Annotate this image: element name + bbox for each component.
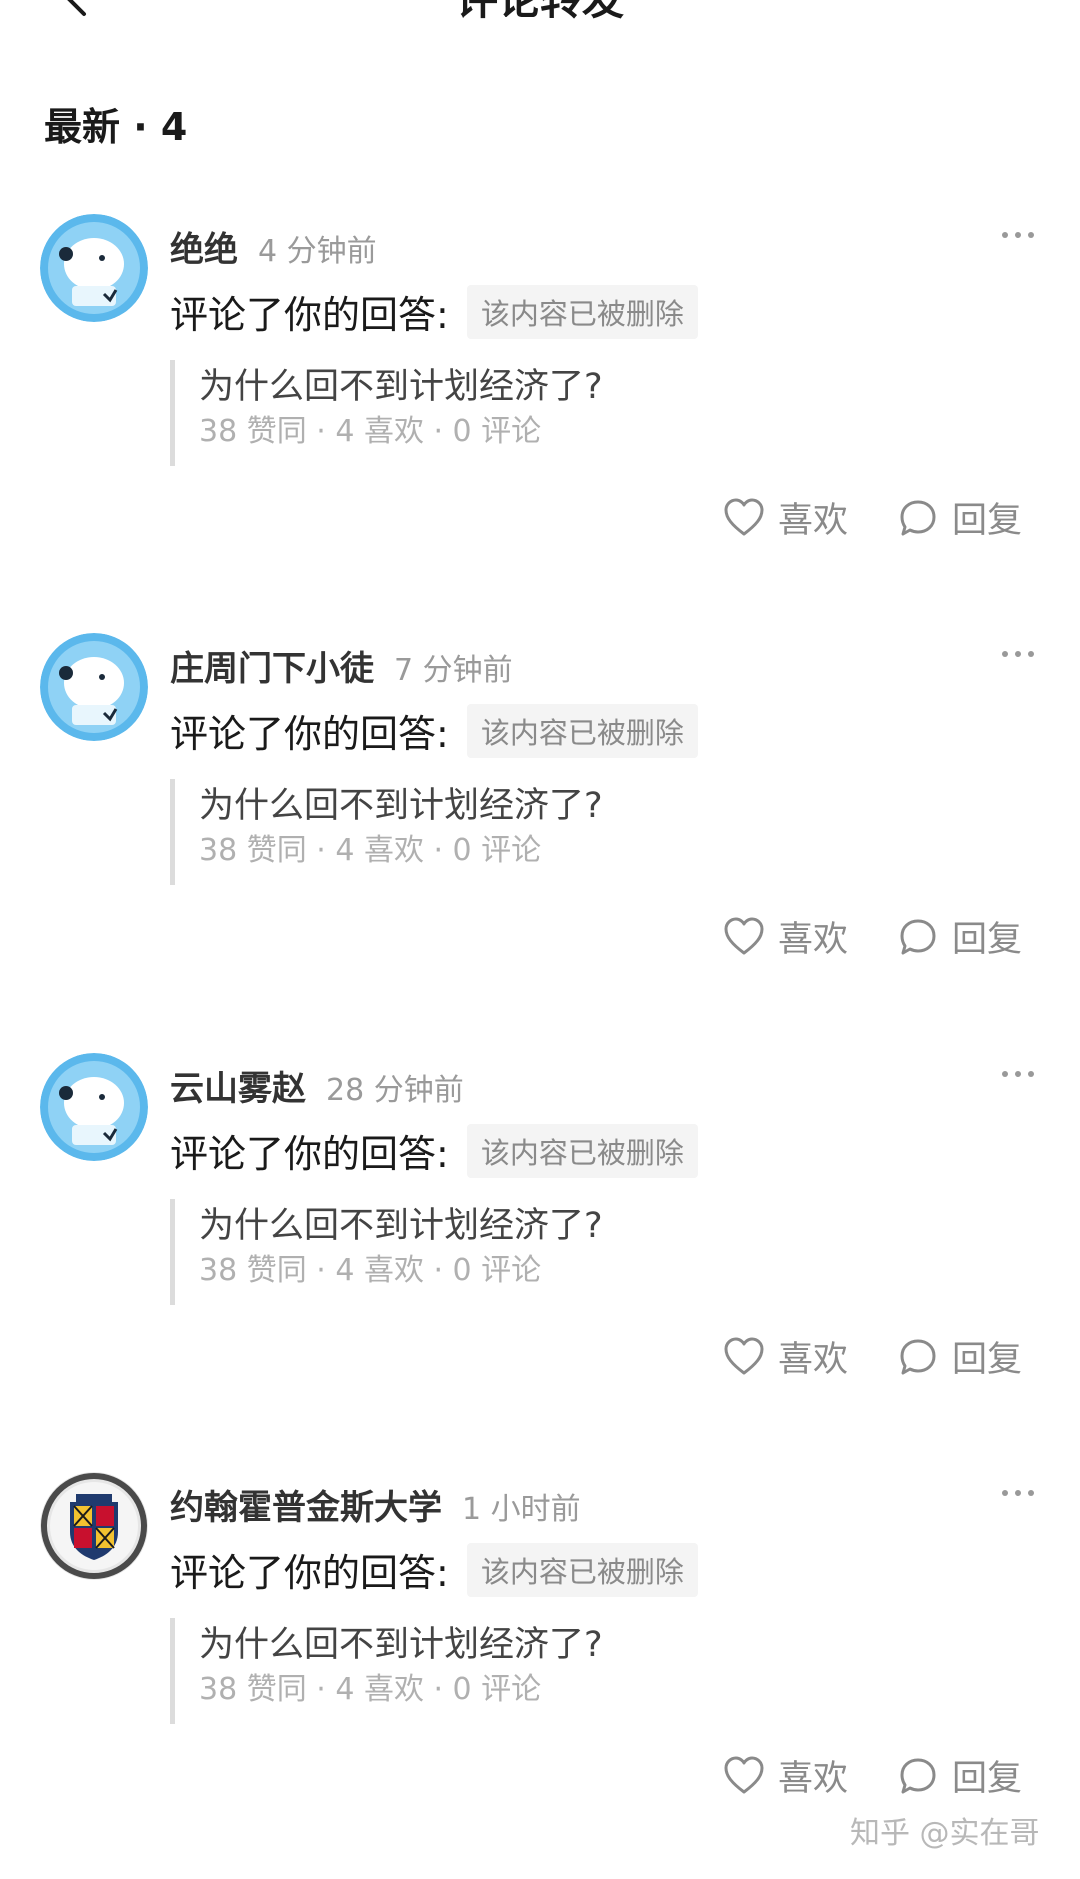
reply-label: 回复 [952,920,1023,960]
section-header-latest: 最新 · 4 [44,105,188,149]
like-button[interactable]: 喜欢 [722,1750,848,1801]
quoted-answer-card[interactable]: 为什么回不到计划经济了? 38 赞同 · 4 喜欢 · 0 评论 [170,1199,930,1305]
quote-stats: 38 赞同 · 4 喜欢 · 0 评论 [199,414,542,449]
timestamp: 4 分钟前 [258,234,377,269]
heart-icon [724,1756,764,1793]
timestamp: 28 分钟前 [326,1073,464,1108]
polar-bear-avatar-icon [40,214,148,322]
top-navigation-bar: 评论转发 [0,0,1080,30]
username[interactable]: 约翰霍普金斯大学 [170,1480,442,1529]
like-label: 喜欢 [778,1759,849,1799]
action-text: 评论了你的回答: [170,293,449,337]
watermark: 知乎 @实在哥 [850,1816,1040,1851]
like-label: 喜欢 [778,501,849,541]
deleted-content-tag: 该内容已被删除 [466,1542,698,1597]
comment-bubble-icon [900,1758,936,1793]
avatar[interactable] [40,633,148,741]
quote-title: 为什么回不到计划经济了? [199,786,603,826]
comment-bubble-icon [900,919,936,954]
reply-label: 回复 [952,1759,1023,1799]
reply-button[interactable]: 回复 [896,1750,1022,1801]
deleted-content-tag: 该内容已被删除 [466,284,698,339]
action-text: 评论了你的回答: [170,1551,449,1595]
more-options-icon[interactable] [1000,647,1036,661]
page-title: 评论转发 [0,0,1080,27]
quote-stats: 38 赞同 · 4 喜欢 · 0 评论 [199,1672,542,1707]
more-options-icon[interactable] [1000,228,1036,242]
action-text: 评论了你的回答: [170,712,449,756]
avatar[interactable] [40,1053,148,1161]
more-options-icon[interactable] [1000,1067,1036,1081]
polar-bear-avatar-icon [40,633,148,741]
comment-bubble-icon [900,500,936,535]
quote-title: 为什么回不到计划经济了? [199,1625,603,1665]
avatar[interactable] [40,1472,148,1580]
reply-label: 回复 [952,501,1023,541]
reply-button[interactable]: 回复 [896,1331,1022,1382]
deleted-content-tag: 该内容已被删除 [466,1123,698,1178]
heart-icon [724,1337,764,1374]
notification-item[interactable]: 庄周门下小徒 7 分钟前 评论了你的回答: 该内容已被删除 为什么回不到计划经济… [0,633,1080,1053]
quoted-answer-card[interactable]: 为什么回不到计划经济了? 38 赞同 · 4 喜欢 · 0 评论 [170,779,930,885]
more-options-icon[interactable] [1000,1486,1036,1500]
quote-title: 为什么回不到计划经济了? [199,1206,603,1246]
username[interactable]: 云山雾赵 [170,1061,306,1110]
university-crest-avatar-icon [40,1472,148,1580]
like-label: 喜欢 [778,1340,849,1380]
timestamp: 1 小时前 [462,1492,581,1527]
quote-title: 为什么回不到计划经济了? [199,367,603,407]
reply-label: 回复 [952,1340,1023,1380]
username[interactable]: 绝绝 [170,222,238,271]
username[interactable]: 庄周门下小徒 [170,641,374,690]
timestamp: 7 分钟前 [394,653,513,688]
heart-icon [724,498,764,535]
like-label: 喜欢 [778,920,849,960]
like-button[interactable]: 喜欢 [722,492,848,543]
heart-icon [724,917,764,954]
notification-item[interactable]: 云山雾赵 28 分钟前 评论了你的回答: 该内容已被删除 为什么回不到计划经济了… [0,1053,1080,1473]
notification-item[interactable]: 绝绝 4 分钟前 评论了你的回答: 该内容已被删除 为什么回不到计划经济了? 3… [0,214,1080,634]
quoted-answer-card[interactable]: 为什么回不到计划经济了? 38 赞同 · 4 喜欢 · 0 评论 [170,1618,930,1724]
quote-stats: 38 赞同 · 4 喜欢 · 0 评论 [199,833,542,868]
like-button[interactable]: 喜欢 [722,1331,848,1382]
quote-stats: 38 赞同 · 4 喜欢 · 0 评论 [199,1253,542,1288]
avatar[interactable] [40,214,148,322]
reply-button[interactable]: 回复 [896,911,1022,962]
comment-bubble-icon [900,1339,936,1374]
like-button[interactable]: 喜欢 [722,911,848,962]
action-text: 评论了你的回答: [170,1132,449,1176]
reply-button[interactable]: 回复 [896,492,1022,543]
deleted-content-tag: 该内容已被删除 [466,703,698,758]
polar-bear-avatar-icon [40,1053,148,1161]
quoted-answer-card[interactable]: 为什么回不到计划经济了? 38 赞同 · 4 喜欢 · 0 评论 [170,360,930,466]
